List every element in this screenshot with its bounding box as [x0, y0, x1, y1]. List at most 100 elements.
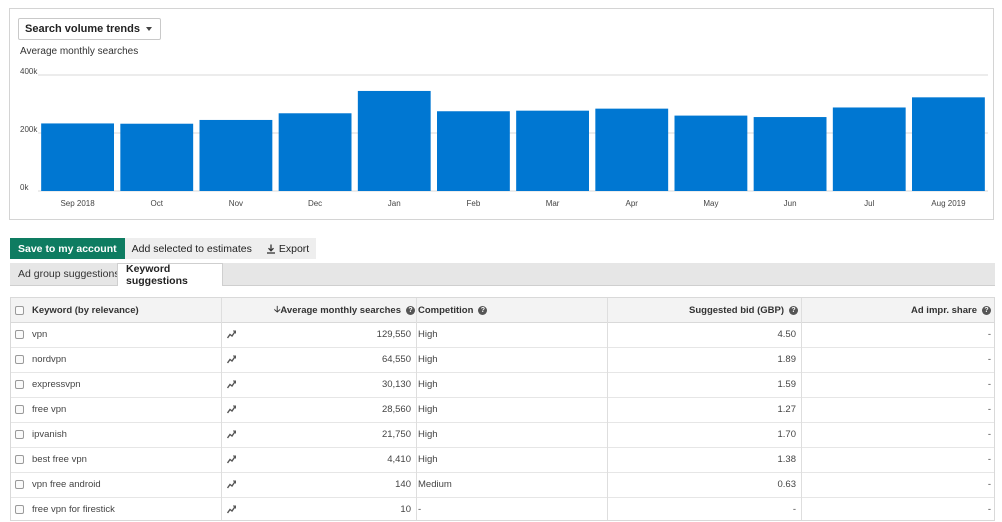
x-tick-label: Dec: [308, 199, 322, 208]
bid-cell[interactable]: 0.63: [608, 472, 797, 497]
trend-chart-icon[interactable]: [227, 472, 247, 497]
bid-cell[interactable]: 1.59: [608, 372, 797, 397]
bar[interactable]: [41, 123, 114, 191]
keyword-cell[interactable]: best free vpn: [32, 447, 217, 472]
trend-chart-icon[interactable]: [227, 372, 247, 397]
row-checkbox[interactable]: [15, 405, 24, 414]
table-row: vpn free android 140 Medium 0.63 -: [11, 472, 994, 498]
bar[interactable]: [753, 117, 827, 191]
column-divider: [221, 298, 222, 520]
table-row: ipvanish 21,750 High 1.70 -: [11, 422, 994, 448]
ad-impr-share-cell: -: [987, 354, 991, 365]
export-label: Export: [278, 242, 310, 255]
add-to-estimates-button[interactable]: Add selected to estimates: [124, 238, 259, 259]
keyword-cell[interactable]: ipvanish: [32, 422, 217, 447]
bar[interactable]: [595, 108, 669, 191]
header-bid[interactable]: Suggested bid (GBP) ?: [608, 298, 798, 322]
y-tick-label: 200k: [20, 125, 38, 134]
keyword-cell[interactable]: free vpn: [32, 397, 217, 422]
bid-cell[interactable]: 1.38: [608, 447, 797, 472]
trend-chart-icon[interactable]: [227, 322, 247, 347]
header-competition-label: Competition: [418, 304, 474, 316]
bar[interactable]: [120, 123, 194, 191]
x-tick-label: Jun: [784, 199, 797, 208]
keyword-cell[interactable]: vpn free android: [32, 472, 217, 497]
bid-cell[interactable]: 4.50: [608, 322, 797, 347]
bar[interactable]: [912, 97, 985, 191]
save-to-account-button[interactable]: Save to my account: [10, 238, 125, 259]
bar[interactable]: [199, 119, 273, 191]
help-icon[interactable]: ?: [982, 305, 991, 315]
keyword-cell[interactable]: expressvpn: [32, 372, 217, 397]
ad-impr-share-cell: -: [987, 404, 991, 415]
x-tick-label: Aug 2019: [931, 199, 966, 208]
select-all-checkbox[interactable]: [15, 305, 24, 315]
bar[interactable]: [437, 111, 510, 191]
column-divider: [607, 298, 608, 520]
add-to-estimates-label: Add selected to estimates: [131, 242, 252, 255]
row-checkbox[interactable]: [15, 430, 24, 439]
table-row: vpn 129,550 High 4.50 -: [11, 322, 994, 348]
y-tick-label: 0k: [20, 183, 29, 192]
header-searches[interactable]: 🡣 Average monthly searches ?: [222, 298, 415, 322]
action-toolbar: Save to my account Add selected to estim…: [10, 238, 317, 259]
help-icon[interactable]: ?: [406, 305, 415, 315]
trend-chart-icon[interactable]: [227, 347, 247, 372]
row-checkbox[interactable]: [15, 480, 24, 489]
ad-impr-share-cell: -: [987, 504, 991, 515]
header-competition[interactable]: Competition ?: [418, 298, 608, 322]
ad-impr-share-cell: -: [987, 429, 991, 440]
row-checkbox[interactable]: [15, 455, 24, 464]
competition-cell: High: [418, 454, 438, 465]
bar[interactable]: [278, 113, 352, 191]
bar[interactable]: [516, 110, 589, 191]
searches-cell: 30,130: [381, 379, 411, 390]
row-checkbox[interactable]: [15, 505, 24, 514]
competition-cell: -: [418, 504, 422, 515]
trend-chart-icon[interactable]: [227, 497, 247, 520]
help-icon[interactable]: ?: [478, 305, 488, 315]
header-bid-label: Suggested bid (GBP): [689, 304, 784, 316]
bar[interactable]: [674, 115, 748, 191]
header-ad-impr-share[interactable]: Ad impr. share ?: [803, 298, 991, 322]
header-searches-label: Average monthly searches: [280, 304, 401, 316]
trend-chart-icon[interactable]: [227, 447, 247, 472]
export-button[interactable]: Export: [258, 238, 317, 259]
competition-cell: High: [418, 379, 438, 390]
bar[interactable]: [832, 107, 906, 191]
column-divider: [801, 298, 802, 520]
help-icon[interactable]: ?: [789, 305, 798, 315]
searches-cell: 28,560: [381, 404, 411, 415]
keyword-cell[interactable]: free vpn for firestick: [32, 497, 217, 520]
keyword-cell[interactable]: vpn: [32, 322, 217, 347]
row-checkbox[interactable]: [15, 355, 24, 364]
bid-cell[interactable]: -: [608, 497, 796, 520]
trend-chart-icon[interactable]: [227, 397, 247, 422]
bar[interactable]: [357, 90, 431, 191]
searches-cell: 10: [400, 504, 411, 515]
chart-type-dropdown[interactable]: Search volume trends: [18, 18, 161, 40]
tab-keyword-suggestions[interactable]: Keyword suggestions: [117, 263, 223, 287]
x-tick-label: Apr: [626, 199, 639, 208]
bid-cell[interactable]: 1.70: [608, 422, 797, 447]
chart-subtitle: Average monthly searches: [20, 46, 139, 57]
bid-cell[interactable]: 1.89: [608, 347, 797, 372]
bid-cell[interactable]: 1.27: [608, 397, 797, 422]
row-checkbox[interactable]: [15, 380, 24, 389]
tab-ad-group-suggestions[interactable]: Ad group suggestions: [10, 263, 132, 285]
search-volume-chart-panel: Search volume trends Average monthly sea…: [9, 8, 994, 220]
table-row: best free vpn 4,410 High 1.38 -: [11, 447, 994, 473]
keyword-cell[interactable]: nordvpn: [32, 347, 217, 372]
searches-cell: 129,550: [376, 329, 411, 340]
ad-impr-share-cell: -: [987, 379, 991, 390]
column-divider: [416, 298, 417, 520]
ad-impr-share-cell: -: [987, 479, 991, 490]
x-tick-label: Nov: [229, 199, 243, 208]
row-checkbox[interactable]: [15, 330, 24, 339]
x-tick-label: Sep 2018: [60, 199, 95, 208]
trend-chart-icon[interactable]: [227, 422, 247, 447]
ad-impr-share-cell: -: [987, 454, 991, 465]
header-keyword[interactable]: Keyword (by relevance): [32, 298, 217, 322]
caret-down-icon: [145, 27, 152, 31]
table-row: nordvpn 64,550 High 1.89 -: [11, 347, 994, 373]
